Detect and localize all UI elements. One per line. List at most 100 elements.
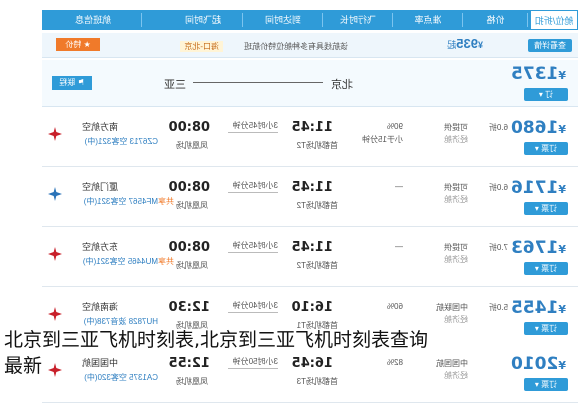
departure-airport: 凤凰机场: [176, 141, 208, 150]
book-button[interactable]: 订票 ▾: [524, 322, 568, 335]
punctuality-value: —: [395, 182, 403, 191]
meal-label: 可提供: [444, 123, 468, 132]
flight-price: ¥1680: [511, 118, 566, 138]
flight-price: ¥1455: [511, 298, 566, 318]
special-offer-text: 该航线具有多种舱位特价航班: [244, 42, 348, 51]
departure-airport: 凤凰机场: [176, 261, 208, 270]
book-button[interactable]: 订票 ▾: [524, 142, 568, 155]
arrival-time: 16:10: [291, 300, 333, 315]
flight-row[interactable]: ¥1763 订票 ▾ 7.0折 可提供经济舱 — 11:45 首都机场T2 3小时45分钟 08…: [42, 228, 578, 287]
departure-time: 08:00: [168, 240, 210, 255]
header-divider: [242, 13, 243, 27]
caption-line-1: 北京到三亚飞机时刻表,北京到三亚飞机时刻表查询: [4, 329, 429, 351]
duration-line: [228, 252, 278, 253]
arrival-time: 11:45: [291, 120, 333, 135]
flight-row[interactable]: ¥2010 订票 ▾ 中国国航 经济舱 82% 16:45 首都机场T3 3小时50分钟 12:…: [42, 344, 578, 403]
flight-price: ¥1716: [511, 178, 566, 198]
flight-row[interactable]: ¥1716 订票 ▾ 6.0折 可提供 经济舱 — 11:45 首都机场T2 3小时45分钟 08…: [42, 168, 578, 227]
header-divider: [527, 13, 528, 27]
flight-number[interactable]: CZ6713 空客321(中): [85, 136, 158, 147]
header-tab-flight-info[interactable]: 航班信息: [48, 10, 138, 30]
header-divider: [141, 13, 142, 27]
discount-label: 5.0折: [488, 303, 508, 312]
departure-time: 08:00: [168, 180, 210, 195]
airline-logo-icon: [48, 307, 62, 321]
route-book-button[interactable]: 订 ▾: [524, 88, 568, 101]
departure-time: 12:55: [168, 356, 210, 371]
codeshare-tag: 共享: [158, 197, 174, 206]
header-tab-price[interactable]: 价格: [468, 10, 523, 30]
departure-time: 12:30: [168, 300, 210, 315]
airline-logo-icon: [48, 127, 62, 141]
punctuality-value: —: [395, 242, 403, 251]
meal-label: 中国联航: [436, 303, 468, 312]
airline-logo-icon: [48, 187, 62, 201]
discount-label: 7.0折: [488, 243, 508, 252]
punctuality-value: 60%: [386, 302, 403, 311]
meal-label: 中国国航: [436, 359, 468, 368]
route-to-city: 北京: [331, 79, 353, 91]
book-button[interactable]: 订票 ▾: [524, 378, 568, 391]
route-banner: ¥1375 订 ▾ 北京 三亚 ⚑ 联程: [42, 60, 578, 107]
book-button[interactable]: 订票 ▾: [524, 202, 568, 215]
flight-number[interactable]: MF4567 空客321(中): [84, 196, 158, 207]
punctuality-note: 小于15分钟: [362, 135, 403, 144]
discount-label: 6.0折: [488, 183, 508, 192]
arrival-airport: 首都机场T2: [296, 201, 338, 210]
route-price: ¥1375: [511, 64, 566, 84]
table-header: 航班信息 起飞时间 到达时间 飞行时长 准点率 价格 舱位/折扣: [42, 10, 578, 30]
arrival-time: 11:45: [291, 240, 333, 255]
flight-duration: 3小时45分钟: [232, 181, 278, 190]
discount-label: 6.0折: [488, 123, 508, 132]
meal-label: 可提供: [444, 243, 468, 252]
flight-number[interactable]: CA1375 空客320(中): [84, 372, 158, 383]
route-label: 海口-北京: [180, 41, 223, 52]
flight-duration: 3小时45分钟: [232, 241, 278, 250]
arrival-time: 11:45: [291, 180, 333, 195]
flight-number[interactable]: MU4465 空客321(中): [83, 256, 158, 267]
airline-logo-icon: [48, 363, 62, 377]
flight-duration: 3小时45分钟: [232, 121, 278, 130]
flight-duration: 3小时40分钟: [232, 301, 278, 310]
flight-row[interactable]: ¥1680 订票 ▾ 6.0折 可提供 经济舱 90% 小于15分钟 11:45 首都机场T2 3…: [42, 108, 578, 167]
duration-line: [228, 312, 278, 313]
airline-logo-icon: [48, 247, 62, 261]
summary-strip: 查看详情 ¥935起 该航线具有多种舱位特价航班 海口-北京 ★ 特价: [42, 33, 578, 58]
airline-name: 海南航空: [81, 302, 118, 312]
flight-price: ¥2010: [511, 354, 566, 374]
duration-line: [228, 192, 278, 193]
cabin-label: 经济舱: [444, 371, 468, 380]
flight-price: ¥1763: [511, 238, 566, 258]
duration-line: [228, 132, 278, 133]
departure-airport: 凤凰机场: [176, 201, 208, 210]
route-from-city: 三亚: [164, 79, 186, 91]
star-icon: ★: [83, 40, 91, 49]
departure-time: 08:00: [168, 120, 210, 135]
route-arrow-line: [193, 82, 323, 83]
flight-duration: 3小时50分钟: [232, 357, 278, 366]
summary-price: ¥935起: [447, 36, 483, 51]
airline-name: 中国国航: [81, 358, 118, 368]
airline-name: 南方航空: [81, 122, 118, 132]
book-button[interactable]: 订票 ▾: [524, 262, 568, 275]
header-tab-punctuality[interactable]: 准点率: [398, 10, 458, 30]
arrival-airport: 首都机场T2: [296, 261, 338, 270]
header-tab-duration[interactable]: 飞行时长: [328, 10, 388, 30]
arrival-airport: 首都机场T2: [296, 141, 338, 150]
cabin-label: 经济舱: [444, 255, 468, 264]
arrival-time: 16:45: [291, 356, 333, 371]
header-divider: [462, 13, 463, 27]
header-tab-departure[interactable]: 起飞时间: [168, 10, 238, 30]
airline-name: 东方航空: [81, 242, 118, 252]
duration-line: [228, 368, 278, 369]
route-tag: ⚑ 联程: [52, 76, 92, 90]
departure-airport: 凤凰机场: [176, 377, 208, 386]
view-details-button[interactable]: 查看详情: [528, 39, 572, 52]
flag-icon: ⚑: [77, 78, 85, 87]
punctuality-value: 82%: [386, 358, 403, 367]
header-tab-arrival[interactable]: 到达时间: [248, 10, 318, 30]
flight-number[interactable]: HU7828 波音738(中): [84, 316, 158, 327]
special-badge: ★ 特价: [56, 38, 100, 51]
cabin-label: 经济舱: [444, 195, 468, 204]
header-tab-cabin[interactable]: 舱位/折扣: [530, 10, 578, 30]
